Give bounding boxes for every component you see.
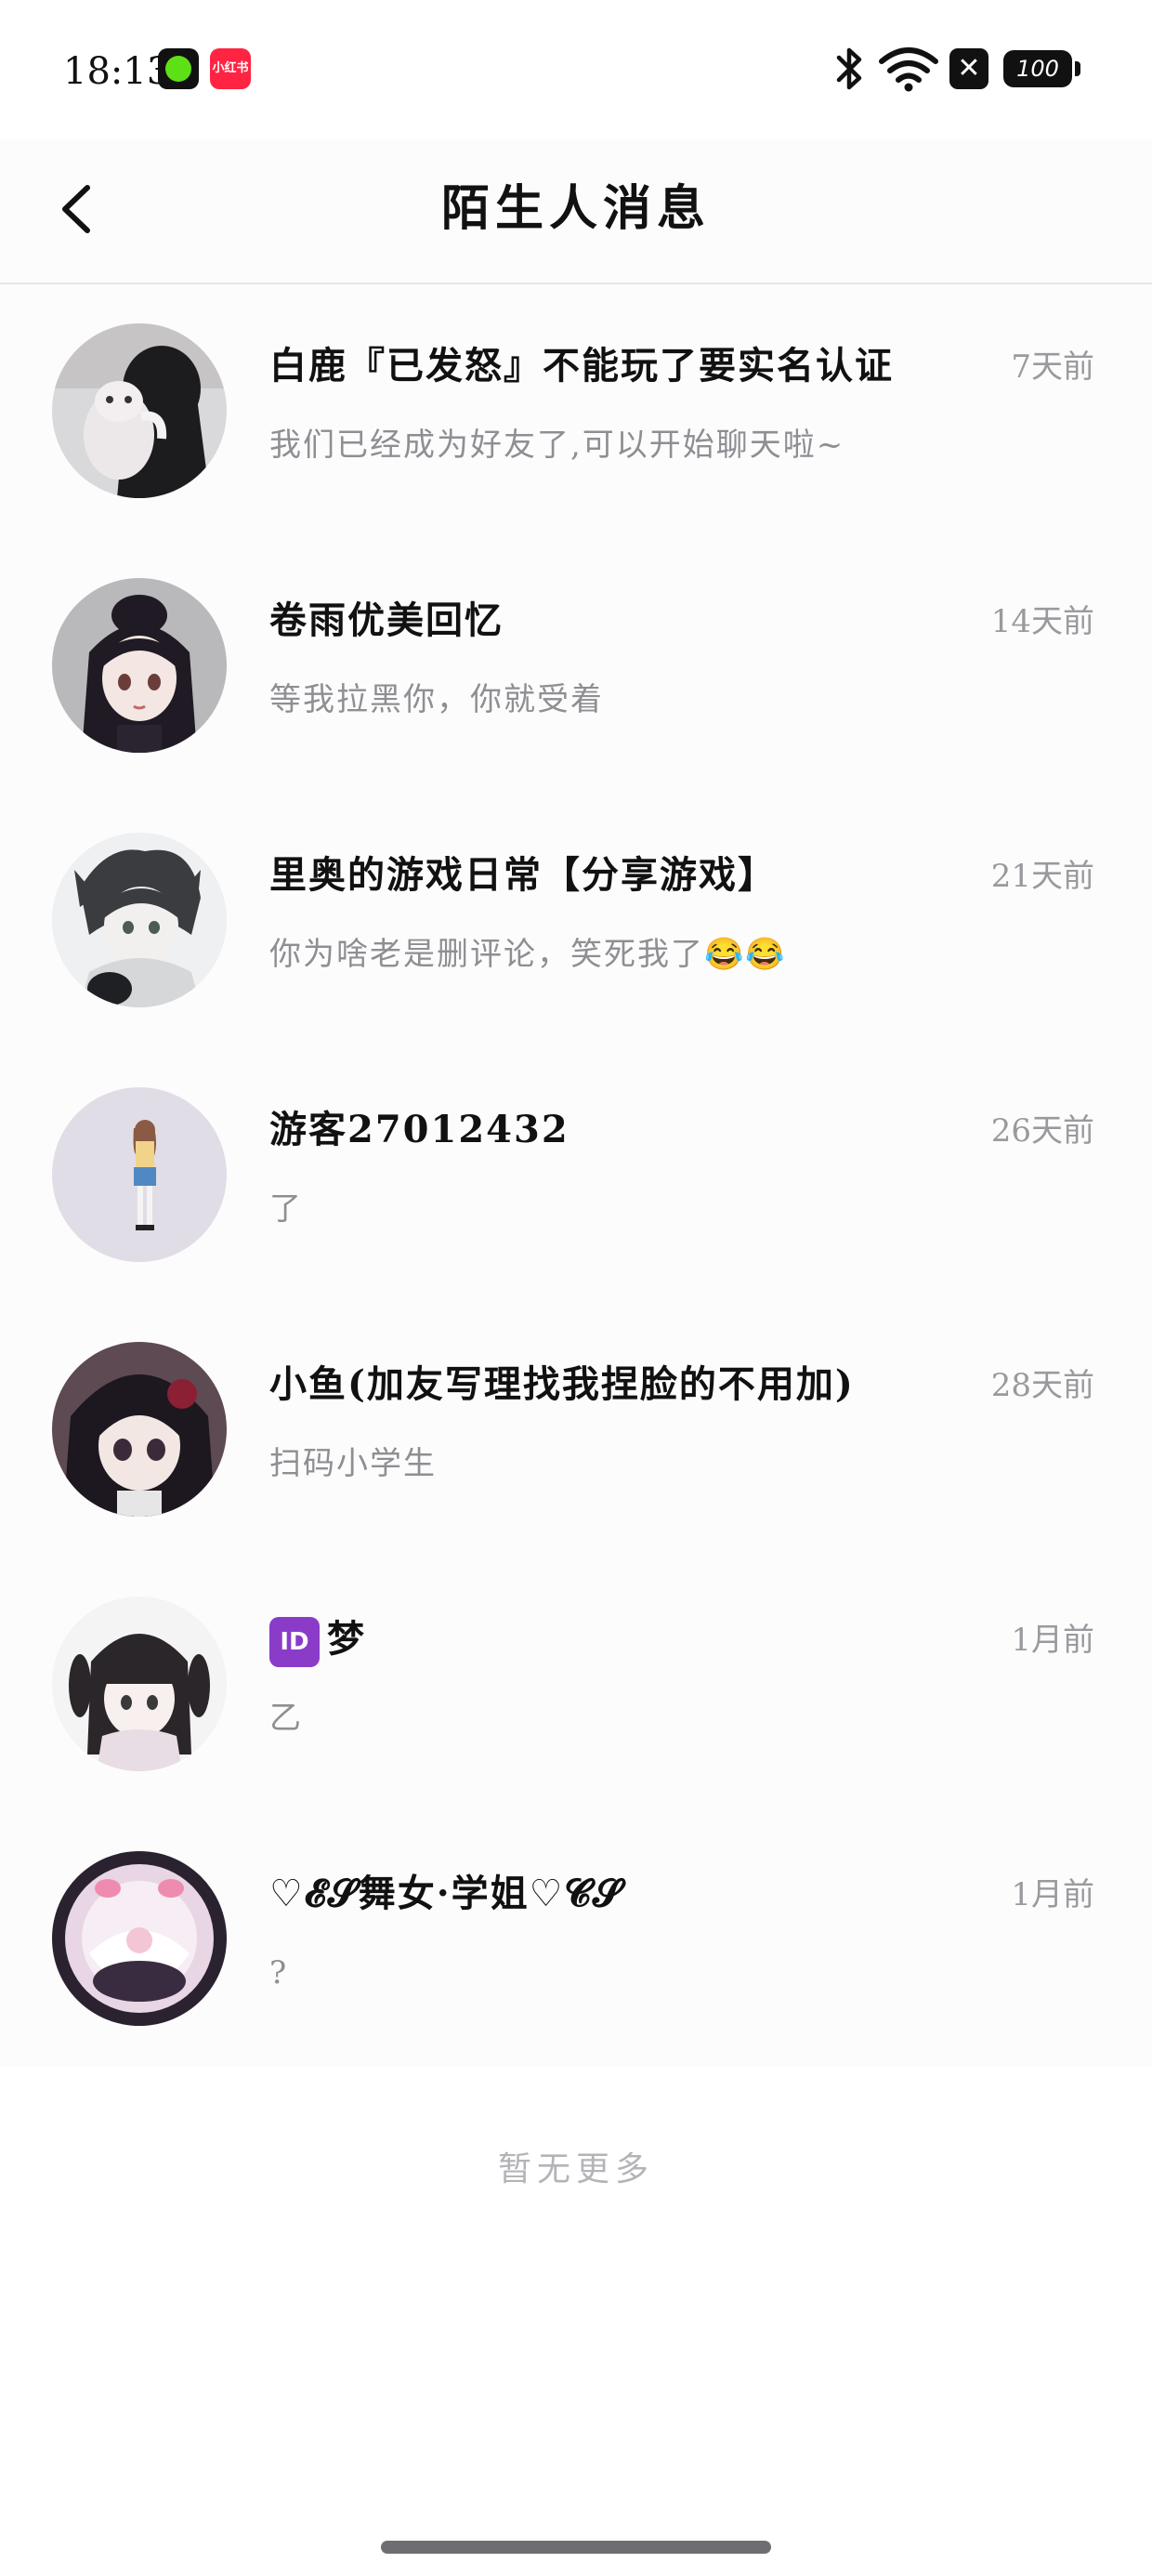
message-preview: 乙: [269, 1700, 303, 1737]
message-preview: ?: [269, 1954, 289, 1991]
contact-name: ♡𝓔𝓢舞女·学姐♡𝓒𝓢: [269, 1872, 623, 1915]
contact-name: 小鱼(加友写理找我捏脸的不用加): [269, 1362, 855, 1406]
message-time: 28天前: [990, 1367, 1094, 1404]
conversation-row[interactable]: 游客27012432 26天前 了: [0, 1048, 1152, 1303]
bluetooth-icon: [836, 47, 862, 90]
message-time: 1月前: [1011, 1622, 1094, 1659]
contact-name: ID 梦: [269, 1613, 994, 1667]
message-time: 26天前: [990, 1112, 1094, 1150]
home-indicator[interactable]: [381, 2541, 771, 2554]
contact-name-text: 梦: [327, 1617, 366, 1661]
message-preview: 我们已经成为好友了,可以开始聊天啦~: [269, 427, 845, 464]
id-badge-icon: ID: [269, 1617, 320, 1667]
conversation-row[interactable]: 卷雨优美回忆 14天前 等我拉黑你，你就受着: [0, 539, 1152, 794]
message-time: 7天前: [1011, 348, 1094, 386]
message-time: 1月前: [1011, 1876, 1094, 1913]
contact-name: 白鹿『已发怒』不能玩了要实名认证: [269, 344, 894, 388]
avatar[interactable]: [52, 833, 227, 1007]
message-preview: 你为啥老是删评论，笑死我了😂😂: [269, 936, 787, 973]
conversation-row[interactable]: ID 梦 1月前 乙: [0, 1557, 1152, 1812]
close-box-icon: ✕: [949, 48, 988, 89]
message-time: 21天前: [990, 858, 1094, 895]
conversation-row[interactable]: 里奥的游戏日常【分享游戏】 21天前 你为啥老是删评论，笑死我了😂😂: [0, 794, 1152, 1048]
avatar[interactable]: [52, 323, 227, 498]
avatar[interactable]: [52, 1087, 227, 1262]
status-bar: 18:13 小红书 ✕ 100: [0, 0, 1152, 139]
message-time: 14天前: [990, 603, 1094, 640]
no-more-label: 暂无更多: [497, 2150, 654, 2188]
message-preview: 扫码小学生: [269, 1445, 437, 1482]
message-preview: 等我拉黑你，你就受着: [269, 681, 604, 718]
battery-icon: 100: [1003, 50, 1080, 87]
conversation-list: 白鹿『已发怒』不能玩了要实名认证 7天前 我们已经成为好友了,可以开始聊天啦~ …: [0, 284, 1152, 2067]
conversation-row[interactable]: 小鱼(加友写理找我捏脸的不用加) 28天前 扫码小学生: [0, 1303, 1152, 1557]
page-title: 陌生人消息: [440, 180, 711, 237]
contact-name: 卷雨优美回忆: [269, 598, 504, 642]
conversation-row[interactable]: ♡𝓔𝓢舞女·学姐♡𝓒𝓢 1月前 ?: [0, 1812, 1152, 2067]
wifi-icon: [879, 47, 938, 92]
status-time: 18:13: [63, 50, 171, 93]
conversation-row[interactable]: 白鹿『已发怒』不能玩了要实名认证 7天前 我们已经成为好友了,可以开始聊天啦~: [0, 284, 1152, 539]
green-app-icon: [158, 48, 199, 89]
header: 陌生人消息: [0, 139, 1152, 284]
avatar[interactable]: [52, 1851, 227, 2026]
message-preview: 了: [269, 1190, 303, 1228]
avatar[interactable]: [52, 578, 227, 753]
avatar[interactable]: [52, 1597, 227, 1771]
contact-name: 游客27012432: [269, 1108, 569, 1151]
xiaohongshu-app-icon: 小红书: [210, 48, 251, 89]
contact-name: 里奥的游戏日常【分享游戏】: [269, 853, 777, 897]
avatar[interactable]: [52, 1342, 227, 1517]
